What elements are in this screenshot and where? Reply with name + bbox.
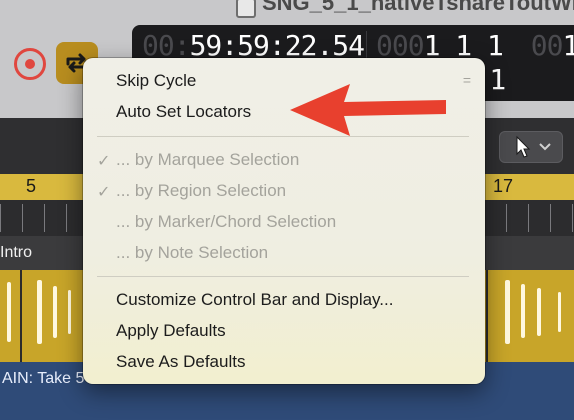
menu-item-skip-cycle[interactable]: Skip Cycle	[116, 71, 196, 91]
region-label: Intro	[0, 244, 33, 261]
skip-cycle-shortcut: =	[462, 72, 471, 88]
menu-item-by-note: ... by Note Selection	[116, 243, 269, 262]
chevron-down-icon	[539, 143, 551, 151]
menu-item-customize-control-bar[interactable]: Customize Control Bar and Display...	[116, 290, 393, 310]
menu-item-by-region: ... by Region Selection	[116, 181, 287, 200]
waveform-peak	[532, 278, 546, 348]
waveform-peak	[32, 278, 46, 348]
annotation-arrow-icon	[290, 84, 446, 136]
checkmark-icon: ✓	[97, 153, 111, 170]
waveform-peak	[2, 278, 16, 348]
waveform-peak	[500, 278, 514, 348]
menu-separator	[97, 276, 469, 277]
track2-region-label: AIN: Take 5	[2, 370, 85, 387]
document-icon	[236, 0, 256, 18]
menu-item-auto-set-locators[interactable]: Auto Set Locators	[116, 102, 251, 122]
menu-item-save-as-defaults[interactable]: Save As Defaults	[116, 352, 245, 372]
record-button[interactable]	[14, 48, 46, 80]
ruler-bar-5: 5	[26, 176, 37, 196]
menu-item-by-marker-chord: ... by Marker/Chord Selection	[116, 212, 337, 231]
menu-item-by-marquee: ... by Marquee Selection	[116, 150, 300, 169]
waveform-peak	[62, 278, 76, 348]
ruler-bar-17: 17	[493, 176, 514, 196]
waveform-peak	[516, 278, 530, 348]
pointer-tool-icon	[516, 135, 531, 158]
waveform-peak	[552, 278, 566, 348]
menu-item-apply-defaults[interactable]: Apply Defaults	[116, 321, 226, 341]
document-title: SNG_5_1_nativeTshareToutWRI	[262, 0, 574, 15]
waveform-peak	[48, 278, 62, 348]
pointer-tool-menu[interactable]	[499, 131, 563, 163]
checkmark-icon: ✓	[97, 184, 111, 201]
